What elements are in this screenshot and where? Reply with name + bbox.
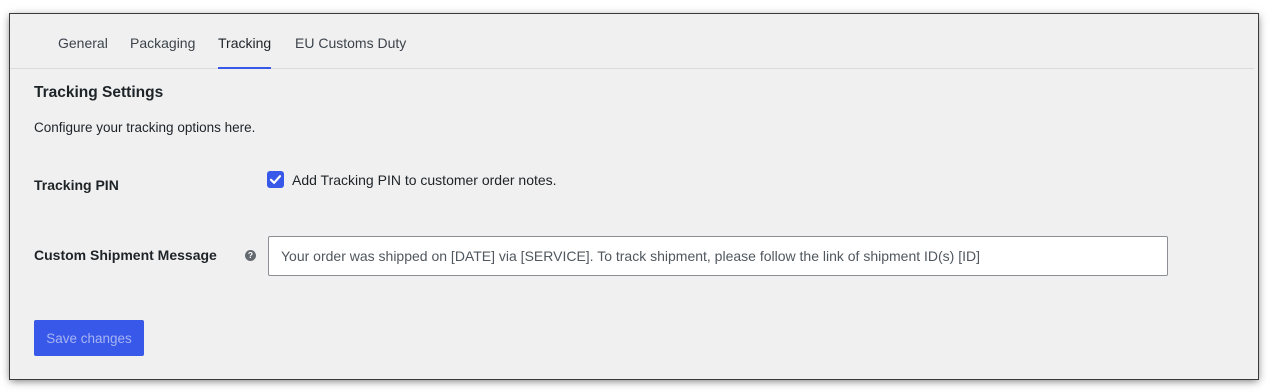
tab-eu-customs-duty[interactable]: EU Customs Duty [295, 14, 406, 68]
tab-tracking[interactable]: Tracking [218, 14, 272, 69]
tab-general[interactable]: General [58, 14, 108, 68]
tracking-pin-checkbox-label[interactable]: Add Tracking PIN to customer order notes… [292, 172, 557, 188]
question-mark-icon[interactable]: ? [245, 250, 256, 261]
section-title: Tracking Settings [34, 84, 164, 101]
settings-panel: General Packaging Tracking EU Customs Du… [10, 14, 1258, 379]
section-description: Configure your tracking options here. [34, 120, 256, 135]
checkmark-icon [269, 175, 282, 184]
tracking-pin-label: Tracking PIN [34, 177, 119, 193]
tab-packaging[interactable]: Packaging [130, 14, 195, 68]
tracking-pin-checkbox[interactable] [267, 171, 284, 188]
settings-tabs: General Packaging Tracking EU Customs Du… [10, 14, 1254, 69]
custom-shipment-message-label: Custom Shipment Message [34, 247, 217, 263]
save-changes-button[interactable]: Save changes [34, 320, 144, 356]
custom-shipment-message-input[interactable] [268, 236, 1168, 276]
